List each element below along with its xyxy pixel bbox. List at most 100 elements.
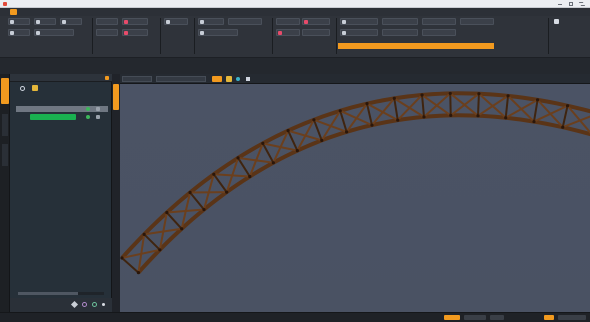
panel-tab-active[interactable] [1,78,9,104]
node [236,156,240,160]
model-button[interactable] [122,18,148,25]
view-mode-dropdown[interactable] [122,76,152,82]
design-g-button[interactable] [422,29,456,36]
ribbon-group-model [96,18,156,50]
lighting-icon[interactable] [236,77,240,81]
ribbon-group-display [164,18,192,50]
tool-c-button[interactable] [276,29,300,36]
tree-row[interactable] [30,114,108,120]
group-icon [124,31,128,35]
visibility-icon[interactable] [86,115,90,119]
title-bar [0,0,590,8]
filter-icon[interactable] [32,85,38,91]
coordinate-field[interactable] [444,315,460,320]
node [476,114,480,118]
node [392,96,396,100]
tool-c-icon [278,31,282,35]
app-menu-button[interactable] [10,9,17,15]
undo-button[interactable] [8,29,30,36]
snap-toggle[interactable] [544,315,554,320]
node [158,248,162,252]
close-icon[interactable] [578,2,586,6]
group-button[interactable] [122,29,148,36]
run-button[interactable] [198,18,224,25]
pencil-icon[interactable] [70,300,79,309]
filter-dropdown[interactable] [96,29,118,36]
node [561,125,565,129]
new-button[interactable] [8,18,30,25]
3d-viewport[interactable] [120,84,590,312]
node [212,172,216,176]
node [180,227,184,231]
open-button[interactable] [34,18,56,25]
zoom-indicator[interactable] [558,315,586,320]
maximize-icon[interactable] [569,2,573,6]
scrollbar-thumb[interactable] [18,292,78,295]
status-bar [0,312,590,322]
design-c-button[interactable] [422,18,456,25]
design-b-button[interactable] [382,18,418,25]
display-button[interactable] [164,18,188,25]
truss-arch-model[interactable] [120,84,590,312]
node [142,232,146,236]
mode-toggle[interactable] [464,315,486,320]
grid-icon[interactable] [246,77,250,81]
layer-color-bar [30,114,76,120]
model-tree-panel [10,74,112,312]
design-f-button[interactable] [382,29,418,36]
redo-button[interactable] [34,29,74,36]
dock-tab-active[interactable] [113,84,119,110]
settings-button[interactable] [198,29,238,36]
run-icon [200,20,204,24]
tool-a-button[interactable] [276,18,300,25]
node [165,210,169,215]
node [420,93,424,97]
ribbon-group-file [8,18,88,50]
design-e-button[interactable] [340,29,378,36]
node [535,98,540,102]
node [120,256,124,260]
camera-icon[interactable] [226,76,232,82]
visibility-icon[interactable] [86,107,90,111]
active-group-highlight [338,43,494,49]
lock-icon[interactable] [96,115,100,119]
new-icon [10,20,14,24]
model-icon [124,20,128,24]
quality-dropdown[interactable] [156,76,206,82]
panel-tab[interactable] [2,114,8,136]
minimize-icon[interactable] [558,4,562,5]
open-icon [36,20,40,24]
node [261,141,265,145]
eye-icon[interactable] [82,302,87,307]
select-dropdown[interactable] [96,18,118,25]
tree-row-selected[interactable] [16,106,108,112]
design-d-button[interactable] [460,18,494,25]
save-button[interactable] [60,18,82,25]
panel-pin-icon[interactable] [105,76,109,80]
node [248,174,252,179]
dock-strip [112,74,120,312]
results-button[interactable] [228,18,262,25]
target-icon[interactable] [92,302,97,307]
design-a-button[interactable] [340,18,378,25]
search-icon[interactable] [20,86,25,91]
application-window: { "app": { "title": "", "accent_color": … [0,0,590,322]
panel-tab[interactable] [2,144,8,166]
lock-icon[interactable] [96,107,100,111]
tool-d-button[interactable] [302,29,330,36]
units-indicator[interactable] [490,315,504,320]
vertical-member [476,93,480,116]
ribbon-group-right [552,18,586,50]
node [271,161,275,165]
render-button[interactable] [212,76,222,82]
horizontal-scrollbar[interactable] [18,292,104,295]
save-icon [62,20,66,24]
dot-icon[interactable] [102,303,105,306]
ribbon-group-design [338,18,496,50]
panel-footer [10,298,112,312]
ribbon-group-analysis [198,18,268,50]
panel-icon[interactable] [554,19,559,24]
window-controls [558,1,586,7]
node [202,207,206,212]
tool-b-button[interactable] [302,18,330,25]
